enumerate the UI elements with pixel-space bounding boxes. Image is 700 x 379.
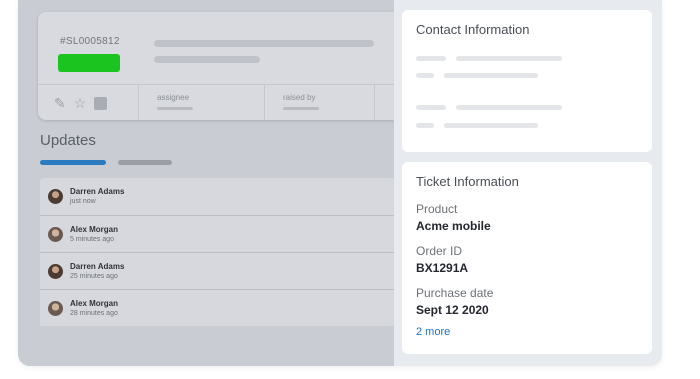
ticket-meta-bar: ✎ ☆ assignee raised by — [38, 84, 408, 120]
tab-active-indicator[interactable] — [40, 160, 106, 165]
square-icon[interactable] — [94, 97, 107, 110]
details-sidebar: Contact Information Ticket Information P… — [394, 0, 662, 366]
show-more-link[interactable]: 2 more — [416, 326, 450, 338]
ticket-id: #SL0005812 — [60, 36, 120, 47]
avatar — [48, 264, 63, 279]
contact-placeholder — [444, 123, 538, 128]
subject-placeholder — [154, 56, 260, 63]
ticket-actions: ✎ ☆ — [54, 95, 107, 111]
ticket-pane: #SL0005812 ✎ ☆ assignee raised by — [18, 0, 394, 366]
update-time: just now — [70, 197, 124, 206]
contact-placeholder — [416, 56, 446, 61]
contact-placeholder — [456, 105, 562, 110]
subject-placeholder — [154, 40, 374, 47]
avatar — [48, 189, 63, 204]
app-frame: #SL0005812 ✎ ☆ assignee raised by — [18, 0, 662, 366]
star-icon[interactable]: ☆ — [74, 95, 87, 111]
tab-inactive-indicator[interactable] — [118, 160, 172, 165]
contact-placeholder — [416, 123, 434, 128]
update-time: 28 minutes ago — [70, 309, 118, 318]
pin-icon[interactable]: ✎ — [54, 95, 66, 111]
raised-by-placeholder — [283, 107, 319, 110]
raised-by-label: raised by — [283, 93, 315, 102]
ticket-info-card: Ticket Information Product Acme mobile O… — [402, 162, 652, 354]
raised-by-field[interactable]: raised by — [264, 85, 374, 120]
avatar — [48, 301, 63, 316]
contact-card: Contact Information — [402, 10, 652, 152]
purchase-date-value: Sept 12 2020 — [416, 303, 489, 317]
list-item[interactable]: Alex Morgan 28 minutes ago — [40, 289, 400, 326]
update-author: Alex Morgan — [70, 225, 118, 235]
ticket-card[interactable]: #SL0005812 ✎ ☆ assignee raised by — [38, 12, 408, 120]
updates-heading: Updates — [40, 132, 96, 149]
list-item[interactable]: Alex Morgan 5 minutes ago — [40, 215, 400, 252]
update-author: Alex Morgan — [70, 299, 118, 309]
ticket-info-title: Ticket Information — [416, 174, 519, 189]
order-id-value: BX1291A — [416, 261, 468, 275]
contact-placeholder — [456, 56, 562, 61]
update-author: Darren Adams — [70, 187, 124, 197]
update-time: 25 minutes ago — [70, 272, 124, 281]
updates-list: Darren Adams just now Alex Morgan 5 minu… — [40, 178, 400, 326]
assignee-placeholder — [157, 107, 193, 110]
order-id-label: Order ID — [416, 244, 462, 258]
list-item[interactable]: Darren Adams just now — [40, 178, 400, 215]
product-label: Product — [416, 202, 457, 216]
contact-placeholder — [444, 73, 538, 78]
contact-title: Contact Information — [416, 22, 529, 37]
list-item[interactable]: Darren Adams 25 minutes ago — [40, 252, 400, 289]
avatar — [48, 227, 63, 242]
contact-placeholder — [416, 105, 446, 110]
update-author: Darren Adams — [70, 262, 124, 272]
contact-placeholder — [416, 73, 434, 78]
assignee-field[interactable]: assignee — [138, 85, 264, 120]
product-value: Acme mobile — [416, 219, 491, 233]
update-time: 5 minutes ago — [70, 235, 118, 244]
purchase-date-label: Purchase date — [416, 286, 493, 300]
assignee-label: assignee — [157, 93, 189, 102]
status-badge — [58, 54, 120, 72]
